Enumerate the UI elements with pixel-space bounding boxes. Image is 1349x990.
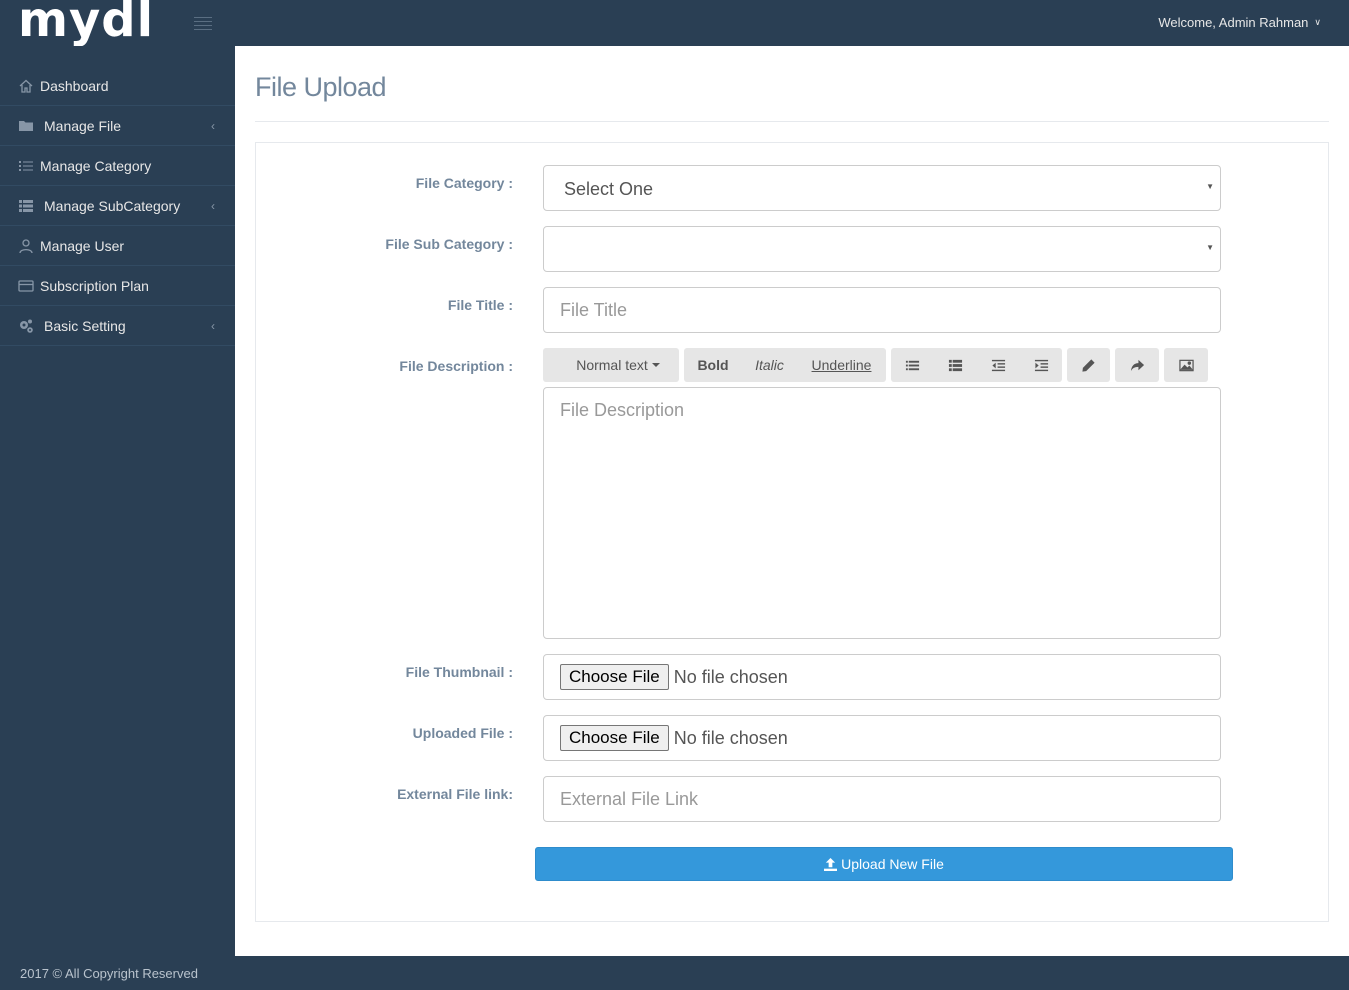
file-thumbnail-field: Choose File No file chosen [543,654,1221,700]
sidebar-item-manage-user[interactable]: Manage User [0,226,235,266]
format-dropdown[interactable]: Normal text [543,348,679,382]
top-bar: mydl Welcome, Admin Rahman ∨ [0,0,1349,48]
sidebar-item-label: Manage SubCategory [44,197,181,214]
th-list-icon [17,197,35,215]
sidebar-item-subscription-plan[interactable]: Subscription Plan [0,266,235,306]
underline-button[interactable]: Underline [797,348,886,382]
sidebar-item-label: Dashboard [40,77,109,94]
user-menu[interactable]: Welcome, Admin Rahman ∨ [1158,15,1321,30]
share-icon [1130,359,1144,371]
file-subcategory-select[interactable]: ▼ [543,226,1221,272]
sidebar-item-label: Manage User [40,237,125,254]
upload-form-panel: File Category : Select One ▼ File Sub Ca… [255,142,1329,922]
page-title: File Upload [255,72,387,102]
pencil-icon [1082,358,1095,372]
bold-button[interactable]: Bold [684,348,742,382]
sidebar-item-label: Manage File [44,117,122,134]
indent-button[interactable] [1020,348,1062,382]
numbered-list-button[interactable] [934,348,977,382]
uploaded-file-label: Uploaded File : [412,725,513,741]
sidebar-item-dashboard[interactable]: Dashboard [0,66,235,106]
dropdown-arrow-icon: ▼ [1206,243,1214,252]
folder-icon [17,117,35,135]
uploaded-file-field: Choose File No file chosen [543,715,1221,761]
file-category-select[interactable]: Select One ▼ [543,165,1221,211]
link-button[interactable] [1067,348,1110,382]
logo[interactable]: mydl [18,0,154,48]
title-divider [255,121,1329,122]
sidebar-item-label: Subscription Plan [40,277,149,294]
external-link-input[interactable] [544,777,1220,821]
list-icon [17,157,35,175]
copyright-text: 2017 © All Copyright Reserved [20,966,198,981]
file-title-input[interactable] [544,288,1220,332]
upload-icon [824,857,838,871]
file-title-field [543,287,1221,333]
outdent-button[interactable] [977,348,1020,382]
sidebar-item-manage-subcategory[interactable]: Manage SubCategory ‹ [0,186,235,226]
file-title-label: File Title : [447,297,513,313]
list-icon [905,360,920,370]
file-description-label: File Description : [399,358,513,374]
sidebar-item-manage-category[interactable]: Manage Category [0,146,235,186]
upload-button-label: Upload New File [841,856,944,872]
file-category-value: Select One [564,179,654,199]
sidebar-item-manage-file[interactable]: Manage File ‹ [0,106,235,146]
dropdown-arrow-icon: ▼ [1206,182,1214,191]
description-placeholder: File Description [560,400,685,420]
choose-upload-button[interactable]: Choose File [560,725,669,751]
italic-button[interactable]: Italic [742,348,797,382]
chevron-down-icon: ∨ [1314,17,1321,27]
outdent-icon [991,359,1006,371]
list-group [891,348,1062,382]
th-list-icon [948,359,963,371]
cogs-icon [17,317,35,335]
menu-toggle-icon[interactable] [194,17,212,31]
sidebar-item-label: Basic Setting [44,317,126,334]
file-subcategory-label: File Sub Category : [385,236,513,252]
upload-status: No file chosen [673,727,788,748]
sidebar-item-basic-setting[interactable]: Basic Setting ‹ [0,306,235,346]
file-category-label: File Category : [415,175,513,191]
user-icon [17,237,35,255]
external-link-label: External File link: [397,786,513,802]
format-group: Normal text [543,348,679,382]
upload-new-file-button[interactable]: Upload New File [535,847,1233,881]
main-content: File Upload File Category : Select One ▼… [235,46,1349,956]
credit-card-icon [17,277,35,295]
welcome-text: Welcome, Admin Rahman [1158,15,1309,30]
sidebar-item-label: Manage Category [40,157,152,174]
thumbnail-status: No file chosen [673,666,788,687]
sidebar: Dashboard Manage File ‹ Manage Category … [0,46,235,956]
redo-button[interactable] [1115,348,1159,382]
chevron-left-icon: ‹ [211,119,215,133]
bullet-list-button[interactable] [891,348,934,382]
footer: 2017 © All Copyright Reserved [0,956,1349,990]
text-style-group: Bold Italic Underline [684,348,886,382]
image-group [1164,348,1208,382]
external-link-field [543,776,1221,822]
link-group [1067,348,1110,382]
chevron-left-icon: ‹ [211,319,215,333]
brand: mydl [0,0,235,48]
description-editor[interactable]: File Description [543,387,1221,639]
picture-icon [1178,359,1194,371]
home-icon [17,77,35,95]
caret-down-icon [651,363,660,367]
chevron-left-icon: ‹ [211,199,215,213]
insert-image-button[interactable] [1164,348,1208,382]
indent-icon [1034,359,1048,371]
format-dropdown-label: Normal text [576,357,648,373]
redo-group [1115,348,1159,382]
choose-thumbnail-button[interactable]: Choose File [560,664,669,690]
file-thumbnail-label: File Thumbnail : [405,664,513,680]
